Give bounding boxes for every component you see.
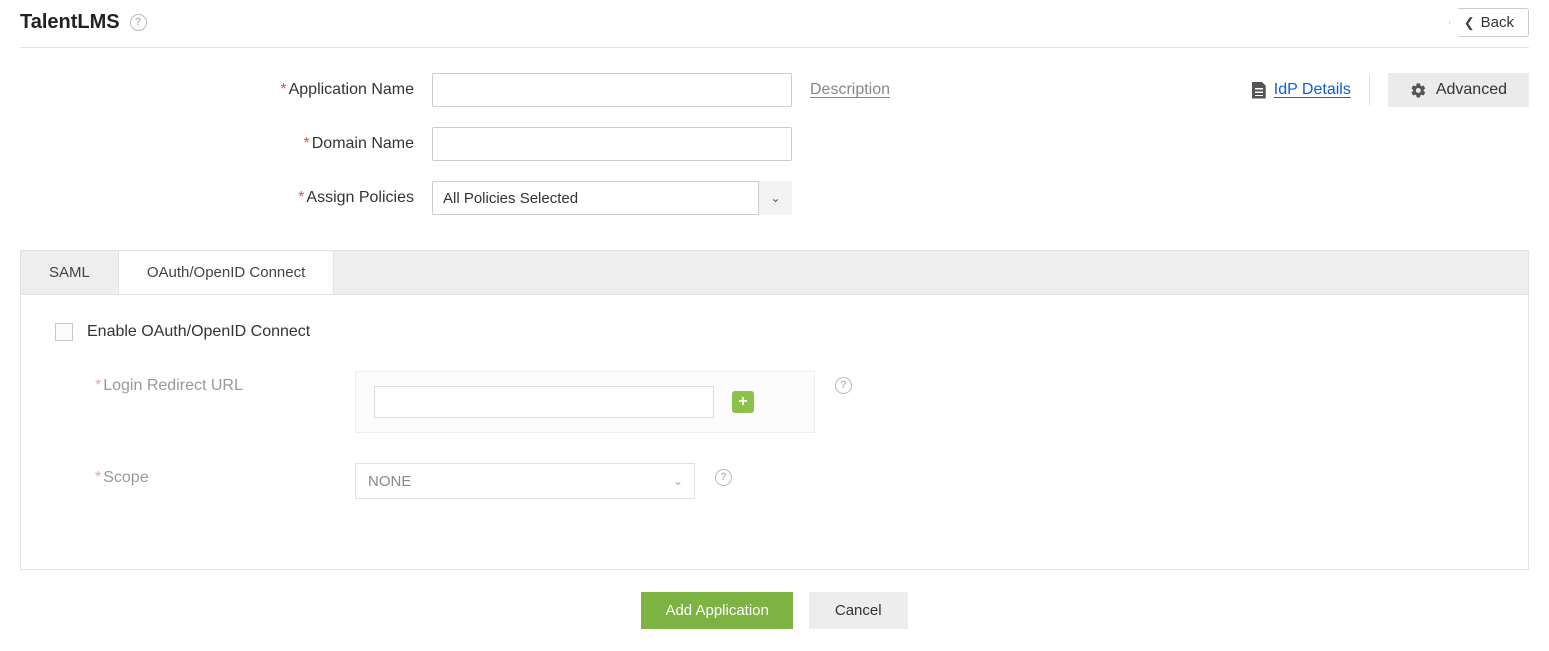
back-label: Back (1481, 14, 1514, 31)
scope-label: *Scope (55, 463, 355, 487)
divider (1369, 75, 1370, 105)
document-icon (1252, 82, 1266, 99)
cancel-button[interactable]: Cancel (809, 592, 908, 629)
back-button[interactable]: ❮ Back (1449, 8, 1529, 37)
assign-policies-label: *Assign Policies (20, 189, 432, 207)
chevron-down-icon: ⌄ (758, 181, 792, 215)
help-icon[interactable]: ? (715, 469, 732, 486)
domain-name-input[interactable] (432, 127, 792, 161)
domain-name-label: *Domain Name (20, 135, 432, 153)
add-url-button[interactable]: + (732, 391, 754, 413)
scope-select[interactable]: NONE ⌄ (355, 463, 695, 499)
tab-oauth[interactable]: OAuth/OpenID Connect (119, 250, 334, 294)
plus-icon: + (738, 394, 747, 410)
help-icon[interactable]: ? (130, 14, 147, 31)
oauth-panel: Enable OAuth/OpenID Connect *Login Redir… (20, 294, 1529, 570)
login-redirect-container: + (355, 371, 815, 433)
app-name-input[interactable] (432, 73, 792, 107)
chevron-down-icon: ⌄ (661, 463, 695, 499)
enable-oauth-label: Enable OAuth/OpenID Connect (87, 323, 310, 341)
tabs-bar: SAML OAuth/OpenID Connect (20, 250, 1529, 294)
login-redirect-label: *Login Redirect URL (55, 371, 355, 395)
page-title: TalentLMS (20, 11, 120, 34)
advanced-button[interactable]: Advanced (1388, 73, 1529, 107)
tab-saml[interactable]: SAML (21, 251, 119, 294)
app-name-label: *Application Name (20, 81, 432, 99)
assign-policies-select[interactable]: All Policies Selected ⌄ (432, 181, 792, 215)
chevron-left-icon: ❮ (1464, 15, 1475, 31)
help-icon[interactable]: ? (835, 377, 852, 394)
add-application-button[interactable]: Add Application (641, 592, 792, 629)
login-redirect-input[interactable] (374, 386, 714, 418)
gear-icon (1410, 82, 1427, 99)
enable-oauth-checkbox[interactable] (55, 323, 73, 341)
idp-details-link[interactable]: IdP Details (1252, 81, 1351, 99)
description-link[interactable]: Description (810, 81, 890, 99)
